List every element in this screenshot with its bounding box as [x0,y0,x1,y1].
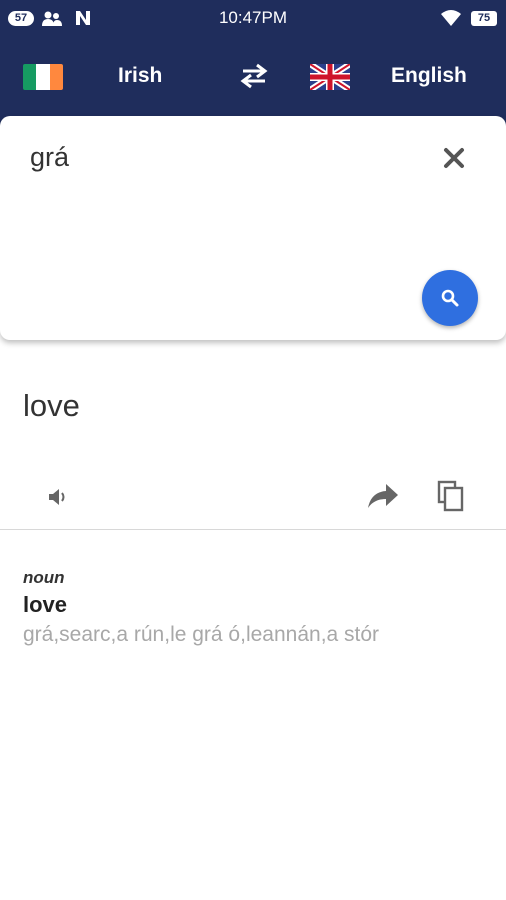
swap-arrows-icon[interactable] [239,63,269,89]
target-language-button[interactable]: English [391,64,467,88]
source-text-input[interactable]: grá [30,142,69,173]
uk-flag-icon[interactable] [310,64,350,90]
search-icon [441,289,459,307]
language-selector-bar: Irish English [0,38,506,116]
search-button[interactable] [422,270,478,326]
share-icon[interactable] [366,482,400,510]
speaker-icon[interactable] [44,484,70,510]
section-divider [0,529,506,530]
dictionary-entry-word: love [23,592,68,617]
part-of-speech-label: noun [23,568,65,587]
copy-icon[interactable] [436,480,466,512]
wifi-icon [441,10,461,26]
close-icon[interactable] [440,144,468,172]
battery-indicator: 75 [471,11,497,26]
input-card: grá [0,116,506,340]
translation-output: love [23,388,80,423]
source-language-button[interactable]: Irish [118,64,162,88]
clock: 10:47PM [218,8,288,27]
reverse-translations-list: grá,searc,a rún,le grá ó,leannán,a stór [23,623,380,646]
status-bar: 57 10:47PM 75 [0,0,506,38]
ireland-flag-icon[interactable] [23,64,63,90]
